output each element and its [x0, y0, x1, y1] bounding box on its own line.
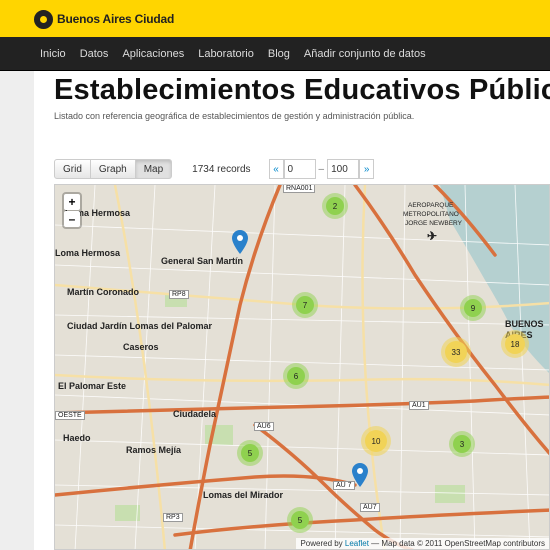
marker-cluster[interactable]: 7: [292, 292, 318, 318]
map-attribution: Powered by Leaflet — Map data © 2011 Ope…: [296, 538, 549, 549]
dataset-toolbar: Grid Graph Map 1734 records « – »: [54, 159, 375, 179]
cluster-layer: 2 7 9 33 18 6 10 3 5 5: [55, 185, 549, 549]
marker-cluster[interactable]: 5: [237, 440, 263, 466]
graph-view-button[interactable]: Graph: [89, 159, 136, 179]
page-to-input[interactable]: [327, 159, 360, 179]
leaflet-link[interactable]: Leaflet: [345, 539, 369, 548]
marker-cluster[interactable]: 6: [283, 363, 309, 389]
map-pin-icon[interactable]: [352, 463, 368, 487]
grid-view-button[interactable]: Grid: [54, 159, 91, 179]
marker-cluster[interactable]: 10: [361, 426, 391, 456]
map-view-button[interactable]: Map: [134, 159, 173, 179]
cluster-count: 6: [287, 367, 305, 385]
page-range-separator: –: [318, 163, 325, 175]
cluster-count: 3: [453, 435, 471, 453]
nav-item-laboratorio[interactable]: Laboratorio: [191, 48, 261, 60]
nav-item-datos[interactable]: Datos: [73, 48, 116, 60]
city-logo[interactable]: Buenos Aires Ciudad: [34, 8, 174, 30]
nav-item-blog[interactable]: Blog: [261, 48, 297, 60]
cluster-count: 33: [445, 341, 467, 363]
marker-cluster[interactable]: 3: [449, 431, 475, 457]
page-from-input[interactable]: [283, 159, 316, 179]
record-count: 1734 records: [192, 163, 251, 175]
main-nav: Inicio Datos Aplicaciones Laboratorio Bl…: [0, 37, 550, 71]
next-page-button[interactable]: »: [359, 159, 375, 179]
page-title: Establecimientos Educativos Públicos: [54, 74, 550, 106]
attribution-suffix: — Map data © 2011 OpenStreetMap contribu…: [368, 539, 545, 548]
main-content: Establecimientos Educativos Públicos Lis…: [34, 71, 550, 550]
marker-cluster[interactable]: 33: [441, 337, 471, 367]
zoom-control: + –: [62, 192, 82, 229]
page-subtitle: Listado con referencia geográfica de est…: [54, 111, 415, 121]
cluster-count: 5: [241, 444, 259, 462]
nav-item-aplicaciones[interactable]: Aplicaciones: [115, 48, 191, 60]
nav-item-add-dataset[interactable]: Añadir conjunto de datos: [297, 48, 433, 60]
marker-cluster[interactable]: 2: [322, 193, 348, 219]
map-pin-icon[interactable]: [232, 230, 248, 254]
view-switcher: Grid Graph Map: [54, 159, 173, 179]
cluster-count: 9: [464, 299, 482, 317]
zoom-out-button[interactable]: –: [64, 211, 80, 227]
top-banner: Buenos Aires Ciudad: [0, 0, 550, 37]
marker-cluster[interactable]: 5: [287, 507, 313, 533]
city-seal-icon: [34, 9, 53, 29]
cluster-count: 2: [326, 197, 344, 215]
attribution-prefix: Powered by: [300, 539, 345, 548]
cluster-count: 10: [365, 430, 387, 452]
nav-item-inicio[interactable]: Inicio: [33, 48, 73, 60]
logo-text: Buenos Aires Ciudad: [57, 12, 175, 26]
cluster-count: 7: [296, 296, 314, 314]
cluster-count: 5: [291, 511, 309, 529]
zoom-in-button[interactable]: +: [64, 194, 80, 210]
marker-cluster[interactable]: 18: [501, 330, 529, 358]
pagination: « – »: [268, 159, 375, 179]
marker-cluster[interactable]: 9: [460, 295, 486, 321]
map-view[interactable]: Loma Hermosa General San Martín Loma Her…: [54, 184, 550, 550]
prev-page-button[interactable]: «: [268, 159, 284, 179]
cluster-count: 18: [505, 334, 525, 354]
